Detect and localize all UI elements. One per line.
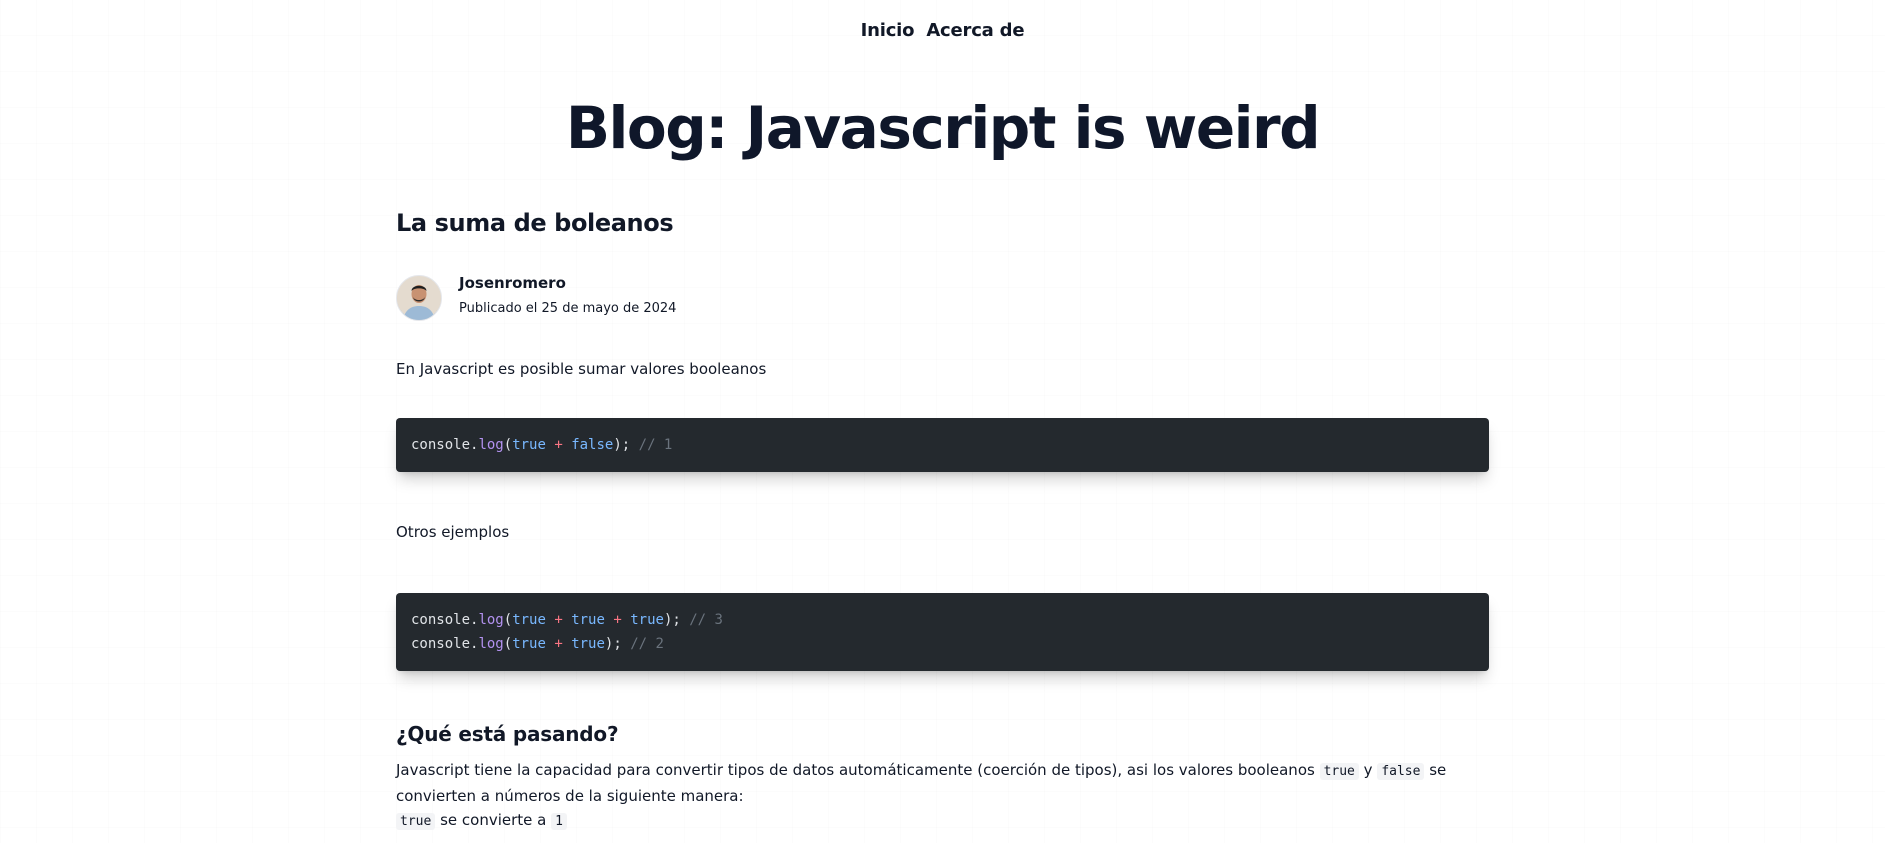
code-token: + bbox=[545, 437, 572, 453]
code-comment: // 3 bbox=[680, 612, 723, 628]
code-token: true bbox=[512, 612, 546, 628]
explanation-paragraph: Javascript tiene la capacidad para conve… bbox=[396, 758, 1489, 834]
top-nav: Inicio Acerca de bbox=[0, 20, 1885, 41]
code-token: ); bbox=[604, 636, 622, 652]
explanation-text: Javascript tiene la capacidad para conve… bbox=[396, 761, 1320, 779]
code-token: false bbox=[571, 437, 614, 453]
code-token: log bbox=[478, 636, 504, 652]
explanation-text: y bbox=[1358, 761, 1378, 779]
code-token: true bbox=[512, 437, 546, 453]
code-token: log bbox=[478, 612, 504, 628]
code-token: console bbox=[411, 636, 471, 652]
other-examples-paragraph: Otros ejemplos bbox=[396, 523, 510, 541]
code-token: ); bbox=[613, 437, 631, 453]
inline-code-false: false bbox=[1377, 763, 1425, 780]
inline-code-true: true bbox=[1319, 763, 1359, 780]
code-line: console.log(true + true + true); // 3 bbox=[411, 608, 1474, 632]
inline-code-true: true bbox=[396, 813, 436, 830]
intro-paragraph: En Javascript es posible sumar valores b… bbox=[396, 360, 767, 378]
post-article: La suma de boleanos Josenromero Publicad… bbox=[396, 205, 1489, 834]
code-token: + bbox=[545, 636, 572, 652]
code-token: log bbox=[478, 437, 504, 453]
code-token: true bbox=[630, 612, 664, 628]
code-token: ); bbox=[663, 612, 681, 628]
site-title: Blog: Javascript is weird bbox=[565, 94, 1321, 162]
avatar-portrait-icon bbox=[397, 276, 441, 320]
code-token: ( bbox=[503, 437, 513, 453]
section-heading: ¿Qué está pasando? bbox=[396, 722, 619, 746]
nav-link-inicio[interactable]: Inicio bbox=[861, 20, 915, 41]
code-token: true bbox=[512, 636, 546, 652]
code-comment: // 1 bbox=[630, 437, 673, 453]
code-block: console.log(true + true + true); // 3 co… bbox=[396, 593, 1489, 671]
code-block: console.log(true + false); // 1 bbox=[396, 418, 1489, 472]
code-comment: // 2 bbox=[621, 636, 664, 652]
code-line: console.log(true + false); // 1 bbox=[411, 433, 1474, 457]
page: Inicio Acerca de Blog: Javascript is wei… bbox=[0, 0, 1885, 843]
code-token: true bbox=[571, 636, 605, 652]
code-token: console bbox=[411, 612, 471, 628]
avatar bbox=[396, 275, 442, 321]
publish-date: Publicado el 25 de mayo de 2024 bbox=[459, 300, 677, 316]
code-token: + bbox=[545, 612, 572, 628]
inline-code-one: 1 bbox=[551, 813, 567, 830]
nav-link-acerca-de[interactable]: Acerca de bbox=[926, 20, 1024, 41]
code-token: console bbox=[411, 437, 471, 453]
rule-text: se convierte a bbox=[435, 811, 552, 829]
code-line: console.log(true + true); // 2 bbox=[411, 632, 1474, 656]
author-info: Josenromero Publicado el 25 de mayo de 2… bbox=[459, 274, 677, 318]
code-token: ( bbox=[503, 612, 513, 628]
code-token: + bbox=[604, 612, 631, 628]
author-block: Josenromero Publicado el 25 de mayo de 2… bbox=[396, 274, 1489, 321]
code-token: ( bbox=[503, 636, 513, 652]
code-token: true bbox=[571, 612, 605, 628]
post-title: La suma de boleanos bbox=[396, 209, 674, 237]
author-name: Josenromero bbox=[459, 273, 566, 292]
